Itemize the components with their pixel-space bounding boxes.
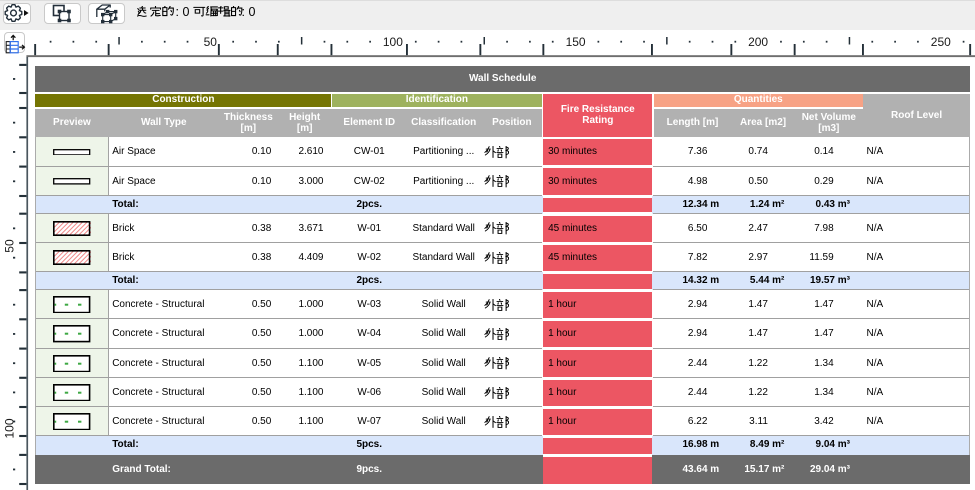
svg-text:100: 100 [383,35,403,49]
svg-text:200: 200 [748,35,768,49]
svg-text:150: 150 [566,35,586,49]
svg-text:250: 250 [931,35,951,49]
svg-text:50: 50 [204,35,218,49]
svg-text:100: 100 [3,418,17,438]
svg-text:50: 50 [3,239,17,253]
